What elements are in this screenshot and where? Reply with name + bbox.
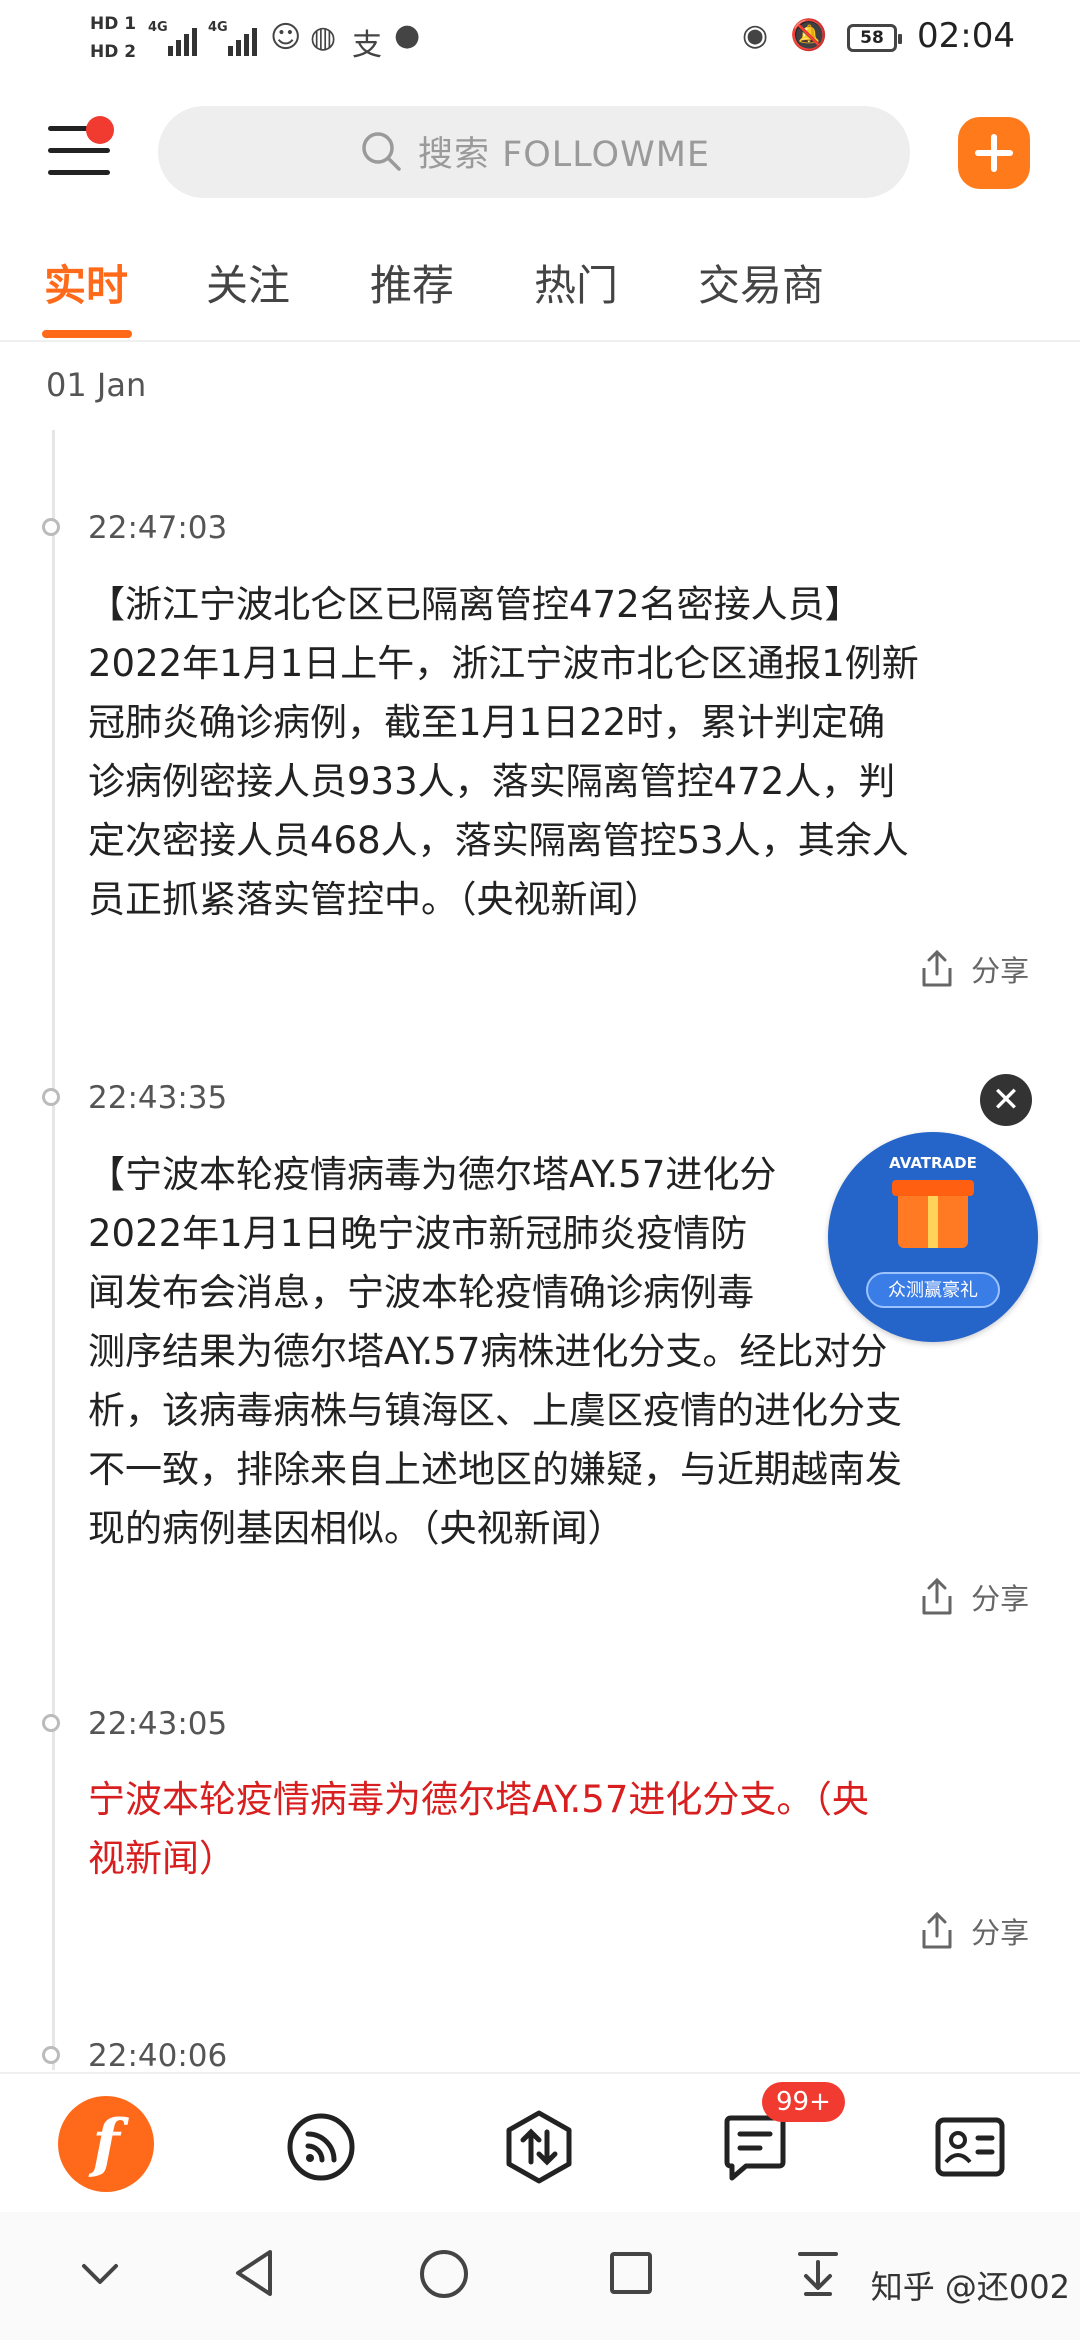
news-time: 22:40:06 [88,2038,228,2074]
tab-follow[interactable]: 关注 [206,252,290,313]
message-count-badge: 99+ [762,2082,845,2122]
share-button[interactable]: 分享 [920,948,1029,990]
timeline-line [52,430,55,2070]
timeline-dot [42,2046,60,2064]
watermark: 知乎 @还002 [870,2268,1070,2306]
share-button[interactable]: 分享 [920,1910,1029,1952]
mute-icon: 🔕 [790,18,828,53]
tab-brokers[interactable]: 交易商 [698,252,824,313]
browser-icon: ◍ [310,20,337,55]
chat-icon: ● [394,18,421,53]
news-time: 22:43:35 [88,1080,228,1116]
feed-icon[interactable] [286,2112,356,2182]
status-bar: HD 1 HD 2 4G 4G ☺ ◍ 支 ● ◉ 🔕 58 02:04 [0,0,1080,80]
news-time: 22:47:03 [88,510,228,546]
news-time: 22:43:05 [88,1706,228,1742]
notification-dot [86,116,114,144]
divider [0,340,1080,342]
tab-realtime[interactable]: 实时 [44,252,128,313]
ad-label: 众测赢豪礼 [866,1272,1000,1308]
back-icon[interactable] [232,2248,276,2298]
messages-icon[interactable] [722,2114,788,2182]
alipay-icon: 支 [352,28,382,63]
tab-recommend[interactable]: 推荐 [370,252,454,313]
emoji-icon: ☺ [270,20,302,55]
profile-card-icon[interactable] [934,2116,1006,2178]
share-icon [922,949,952,987]
home-circle-icon[interactable] [418,2248,470,2300]
signal-icon-2: 4G [208,20,260,56]
trade-icon[interactable] [504,2110,574,2184]
search-icon [362,132,401,171]
timeline-dot [42,518,60,536]
date-header: 01 Jan [46,366,147,404]
timeline-dot [42,1088,60,1106]
hd-indicator: HD 1 HD 2 [90,14,137,62]
timeline-dot [42,1714,60,1732]
ad-close-button[interactable]: ✕ [980,1074,1032,1126]
search-placeholder[interactable]: 搜索 FOLLOWME [418,126,710,177]
share-icon [922,1577,952,1615]
home-icon: f [58,2096,154,2192]
chevron-down-icon[interactable] [80,2260,120,2288]
news-item-highlight[interactable]: 宁波本轮疫情病毒为德尔塔AY.57进化分支。（央 视新闻） [88,1770,1038,1888]
share-icon [922,1911,952,1949]
clock: 02:04 [917,16,1015,56]
eye-icon: ◉ [742,18,769,53]
add-button[interactable] [958,117,1030,189]
share-button[interactable]: 分享 [920,1576,1029,1618]
ad-brand: AVATRADE [889,1154,977,1172]
nav-home[interactable]: f [58,2096,158,2196]
active-tab-indicator [42,330,132,338]
news-item[interactable]: 【浙江宁波北仑区已隔离管控472名密接人员】 2022年1月1日上午，浙江宁波市… [88,575,1038,929]
notification-pull-icon[interactable] [796,2248,840,2298]
signal-icon: 4G [148,20,200,56]
promo-ad[interactable]: AVATRADE 众测赢豪礼 [828,1132,1038,1342]
bottom-nav: f [0,2072,1080,2214]
tab-hot[interactable]: 热门 [534,252,618,313]
battery-indicator: 58 [847,24,902,52]
recents-icon[interactable] [608,2250,654,2296]
